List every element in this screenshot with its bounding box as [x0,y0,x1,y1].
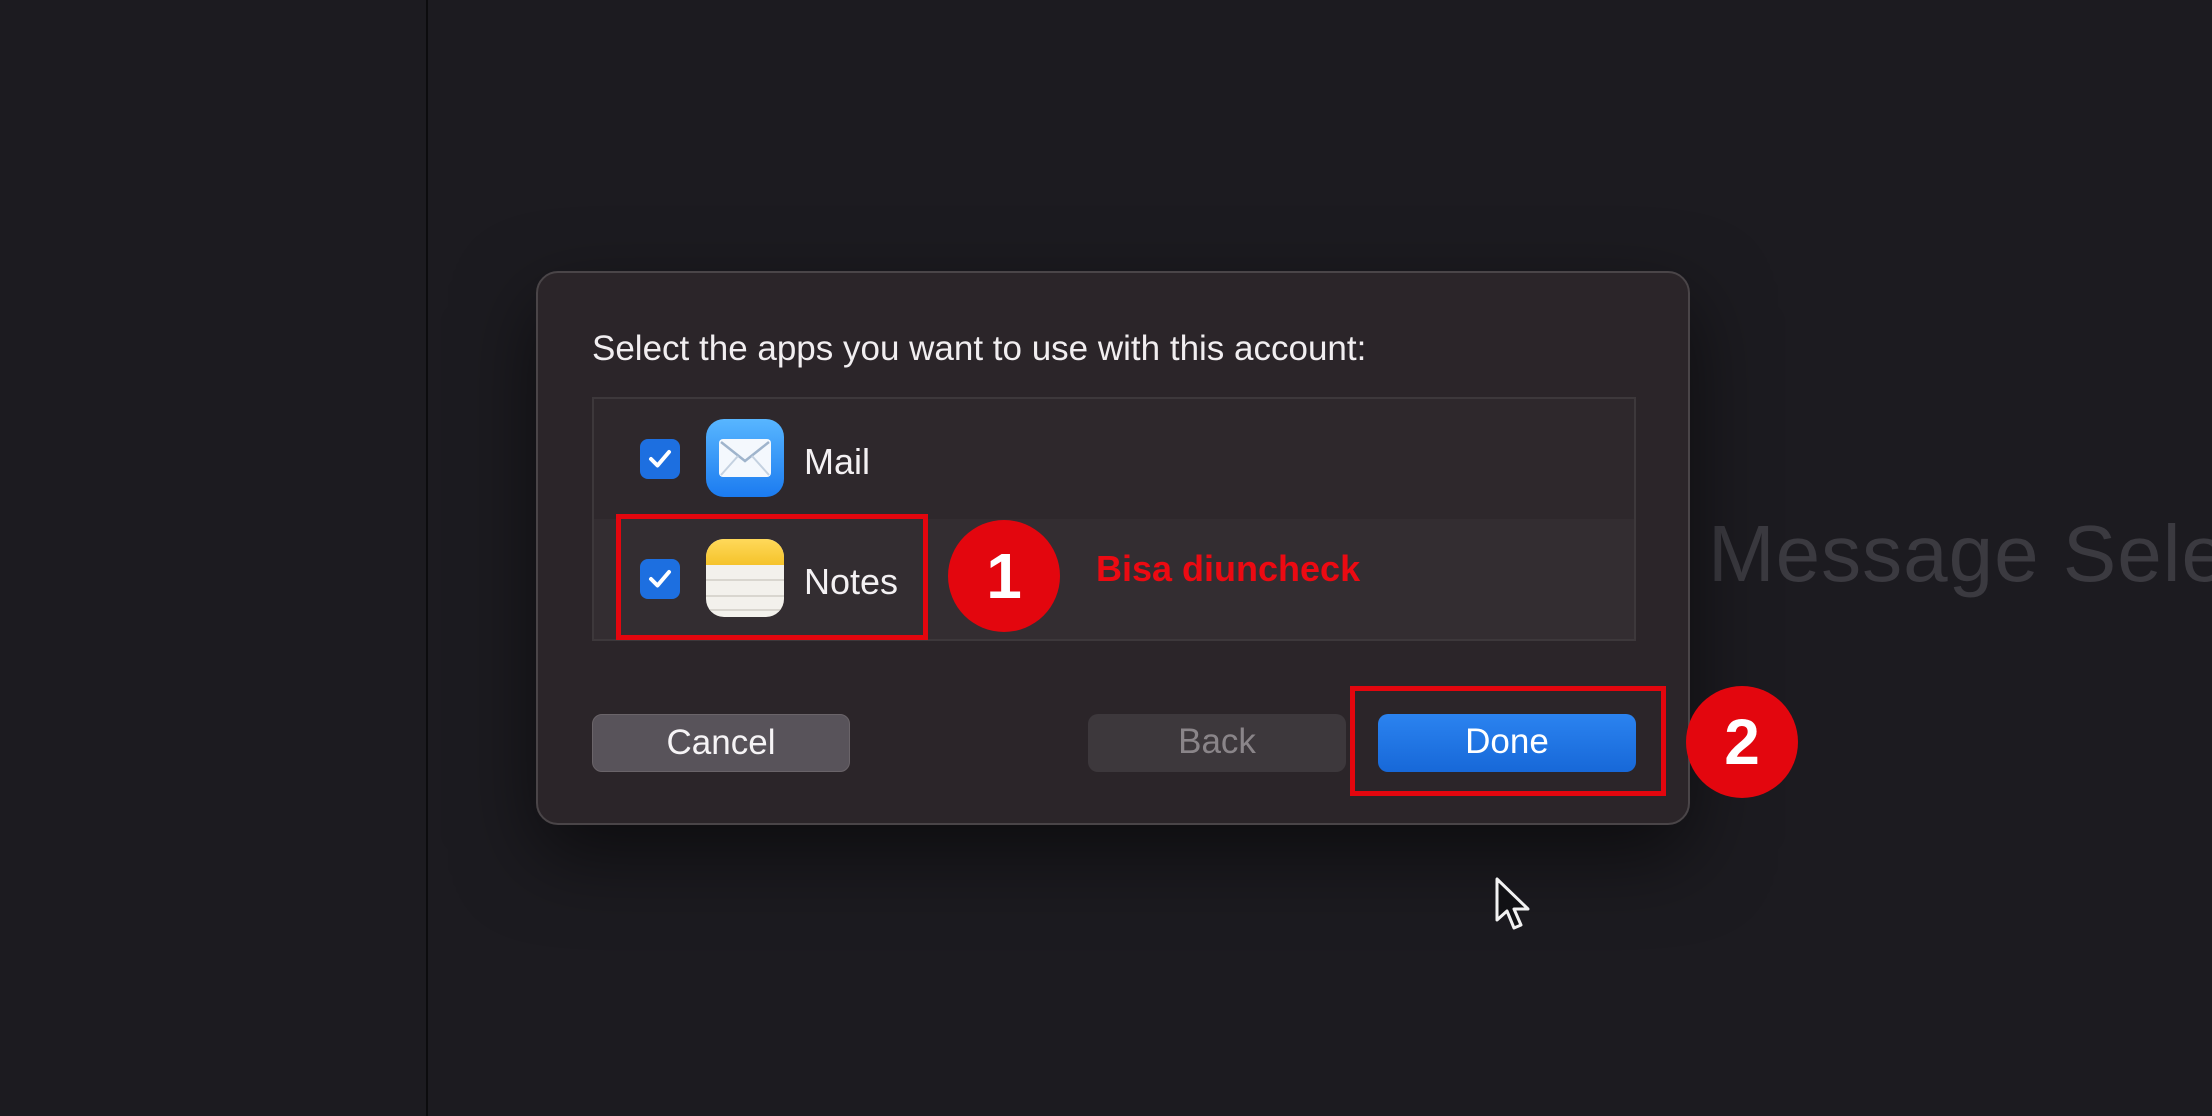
message-selection-placeholder: Message Selec [1708,509,2212,598]
screen: Message Selec Select the apps you want t… [0,0,2212,1116]
annotation-note: Bisa diuncheck [1096,548,1361,589]
checkmark-icon [649,450,671,468]
app-label-mail: Mail [804,441,871,482]
mail-checkbox[interactable] [640,439,680,479]
highlight-box-notes [616,514,928,640]
sidebar-divider [426,0,428,1116]
dialog-prompt: Select the apps you want to use with thi… [592,329,1367,368]
step-badge-2: 2 [1686,686,1798,798]
app-row-mail[interactable]: Mail [594,399,1634,519]
mouse-pointer-icon [1495,877,1530,930]
back-button[interactable]: Back [1088,714,1346,772]
highlight-box-done [1350,686,1666,796]
cancel-button[interactable]: Cancel [592,714,850,772]
step-badge-1: 1 [948,520,1060,632]
mail-icon [706,419,784,497]
